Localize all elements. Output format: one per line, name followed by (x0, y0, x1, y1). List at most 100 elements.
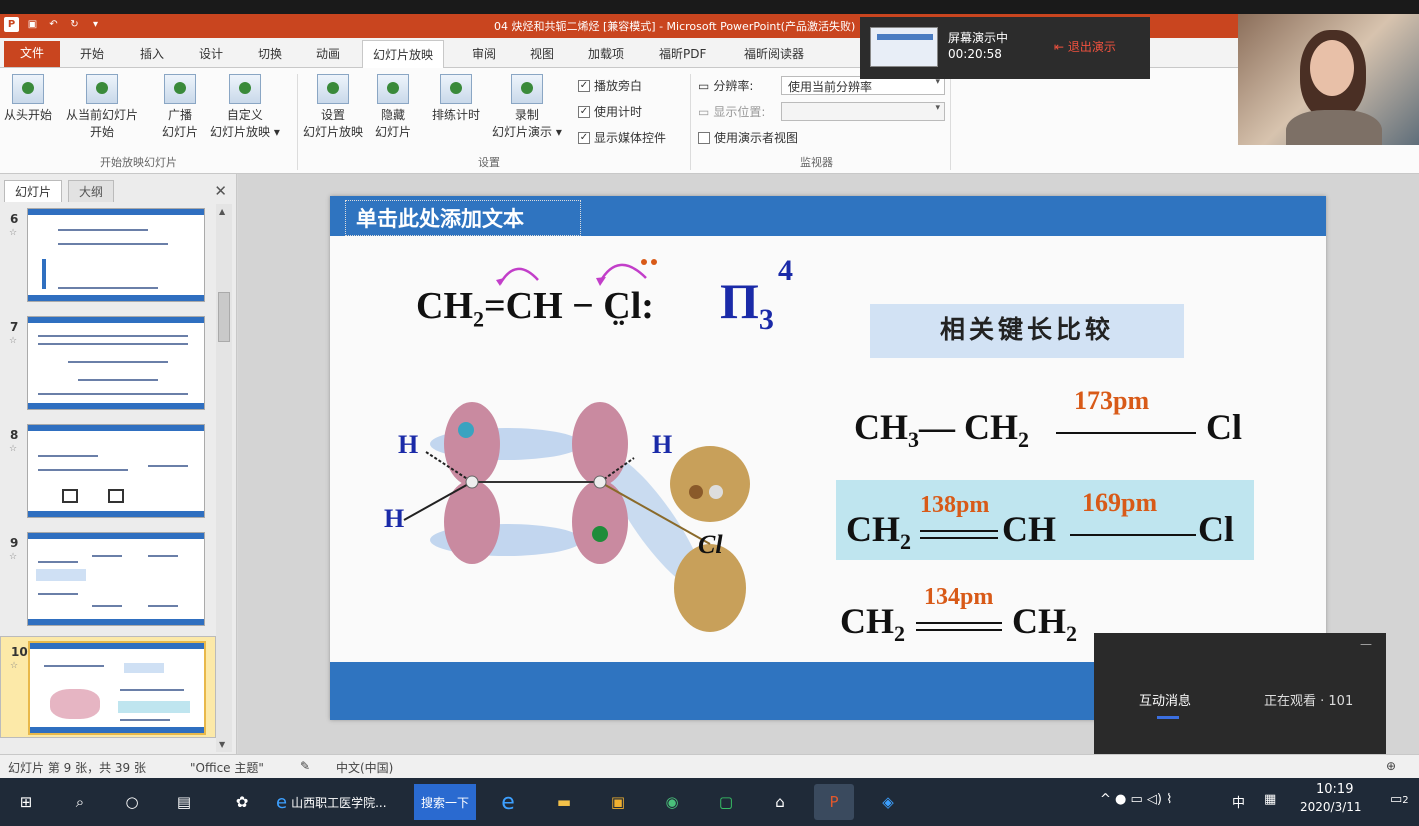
app-icon[interactable]: ◉ (652, 784, 692, 820)
spellcheck-icon[interactable]: ✎ (300, 759, 310, 773)
use-timings-checkbox[interactable]: ✓ 使用计时 (578, 103, 642, 120)
tab-animations[interactable]: 动画 (316, 45, 340, 62)
custom-slideshow-button[interactable]: 自定义 幻灯片放映 ▾ (210, 74, 280, 141)
zoom-in-icon[interactable]: ⊕ (1386, 759, 1396, 773)
tray-icons[interactable]: ^ ● ▭ ◁) ⌇ (1100, 792, 1172, 807)
undo-icon[interactable]: ↶ (46, 17, 61, 32)
notification-icon[interactable]: ▭2 (1390, 792, 1409, 807)
record-slideshow-button[interactable]: 录制 幻灯片演示 ▾ (492, 74, 562, 141)
slide-thumbnail[interactable]: 6 ☆ (0, 204, 216, 306)
monitor-icon: ▭ (698, 78, 710, 93)
tab-watching[interactable]: 正在观看 · 101 (1264, 690, 1353, 709)
hide-slide-button[interactable]: 隐藏 幻灯片 (375, 74, 411, 141)
task-view-icon[interactable]: ▤ (164, 784, 204, 820)
tab-slideshow[interactable]: 幻灯片放映 (362, 40, 445, 69)
language[interactable]: 中文(中国) (336, 759, 393, 776)
quick-access-toolbar: P ▣ ↶ ↻ ▾ (4, 17, 103, 32)
slide-thumbnail[interactable]: 8 ☆ (0, 420, 216, 522)
file-explorer-icon[interactable]: ▬ (544, 784, 584, 820)
transition-star-icon: ☆ (10, 661, 19, 671)
tab-view[interactable]: 视图 (530, 45, 554, 62)
display-location-select[interactable]: ▾ (781, 102, 945, 121)
exit-icon: ⇤ (1054, 40, 1068, 54)
bond-length-title: 相关键长比较 (870, 304, 1184, 358)
tab-outline[interactable]: 大纲 (68, 180, 115, 202)
row2-right: Cl (1198, 509, 1234, 549)
tab-underline (1157, 716, 1179, 719)
monitor-icon: ▭ (698, 104, 710, 119)
play-narration-checkbox[interactable]: ✓ 播放旁白 (578, 77, 642, 94)
show-media-controls-checkbox[interactable]: ✓ 显示媒体控件 (578, 129, 666, 146)
tab-foxit-pdf[interactable]: 福昕PDF (659, 45, 706, 62)
from-beginning-button[interactable]: 从头开始 (4, 74, 52, 124)
setup-icon (317, 74, 349, 104)
checkbox-checked-icon: ✓ (578, 131, 590, 144)
row2-mid: CH (1002, 509, 1056, 549)
app-icon[interactable]: ◈ (868, 784, 908, 820)
cortana-icon[interactable]: ○ (112, 784, 152, 820)
presenter-view-checkbox[interactable]: 使用演示者视图 (698, 129, 798, 146)
tab-interactive-messages[interactable]: 互动消息 (1139, 690, 1191, 709)
tab-transitions[interactable]: 切换 (258, 45, 282, 62)
exit-share-button[interactable]: ⇤ 退出演示 (1054, 38, 1116, 55)
start-icon[interactable]: ⊞ (6, 784, 46, 820)
status-bar: 幻灯片 第 9 张，共 39 张 "Office 主题" ✎ 中文(中国) ⊕ (0, 754, 1419, 778)
atom-h1: H (398, 430, 419, 459)
customize-qat-icon[interactable]: ▾ (88, 17, 103, 32)
orbital-diagram (403, 402, 750, 632)
from-current-button[interactable]: 从当前幻灯片 开始 (66, 74, 138, 141)
slide-thumbnail[interactable]: 7 ☆ (0, 312, 216, 414)
ime-indicator[interactable]: 中 (1232, 792, 1245, 811)
broadcast-button[interactable]: 广播 幻灯片 (162, 74, 198, 141)
redo-icon[interactable]: ↻ (67, 17, 82, 32)
double-bond-line (920, 530, 998, 532)
store-icon[interactable]: ⌂ (760, 784, 800, 820)
chevron-down-icon: ▾ (935, 103, 940, 113)
slide-thumbnail[interactable]: 9 ☆ (0, 528, 216, 630)
tab-file[interactable]: 文件 (4, 41, 60, 67)
custom-slideshow-icon (228, 74, 261, 104)
search-icon[interactable]: ⌕ (60, 784, 100, 820)
tab-addins[interactable]: 加载项 (588, 45, 624, 62)
group-separator (690, 74, 691, 170)
row3-left: CH2 (840, 601, 905, 647)
scroll-up-icon[interactable]: ▲ (219, 207, 225, 216)
iqiyi-icon[interactable]: ▢ (706, 784, 746, 820)
powerpoint-taskbar-icon[interactable]: P (814, 784, 854, 820)
browser-icon: e (276, 791, 288, 813)
ribbon: 从头开始 从当前幻灯片 开始 广播 幻灯片 自定义 幻灯片放映 ▾ 开始放映幻灯… (0, 68, 1419, 174)
text-placeholder[interactable]: 单击此处添加文本 (345, 200, 581, 236)
atom-cl: Cl (698, 530, 723, 559)
edge-icon[interactable]: e (488, 784, 528, 820)
bond-length-169: 169pm (1082, 488, 1158, 517)
tab-home[interactable]: 开始 (80, 45, 104, 62)
clock-time[interactable]: 10:19 (1316, 782, 1353, 797)
save-icon[interactable]: ▣ (25, 17, 40, 32)
minimize-chat-icon[interactable]: — (1360, 637, 1372, 651)
powerpoint-icon: P (4, 17, 19, 32)
browser-taskbar-button[interactable]: e 山西职工医学院... (272, 784, 412, 820)
tab-insert[interactable]: 插入 (140, 45, 164, 62)
rehearse-timings-button[interactable]: 排练计时 (432, 74, 480, 124)
setup-slideshow-button[interactable]: 设置 幻灯片放映 (303, 74, 363, 141)
scroll-down-icon[interactable]: ▼ (219, 740, 225, 749)
clock-date[interactable]: 2020/3/11 (1300, 800, 1362, 814)
app-icon[interactable]: ✿ (222, 784, 262, 820)
theme-name: "Office 主题" (190, 761, 264, 775)
close-panel-icon[interactable]: ✕ (214, 182, 227, 200)
tab-foxit-reader[interactable]: 福昕阅读器 (744, 45, 804, 62)
keyboard-icon[interactable]: ▦ (1264, 792, 1276, 807)
panel-scrollbar[interactable]: ▲ ▼ (216, 204, 232, 752)
tab-review[interactable]: 审阅 (472, 45, 496, 62)
transition-star-icon: ☆ (9, 552, 18, 562)
scroll-thumb[interactable] (218, 292, 230, 342)
tab-design[interactable]: 设计 (199, 45, 223, 62)
play-from-current-icon (86, 74, 118, 104)
slide-counter: 幻灯片 第 9 张，共 39 张 (8, 761, 146, 775)
row1-left: CH3— CH2 (854, 407, 1029, 453)
app-icon[interactable]: ▣ (598, 784, 638, 820)
search-box-button[interactable]: 搜索一下 (414, 784, 476, 820)
slide-thumbnail-selected[interactable]: 10 ☆ (0, 636, 216, 738)
double-bond-line (916, 629, 1002, 631)
tab-slides[interactable]: 幻灯片 (4, 180, 63, 202)
